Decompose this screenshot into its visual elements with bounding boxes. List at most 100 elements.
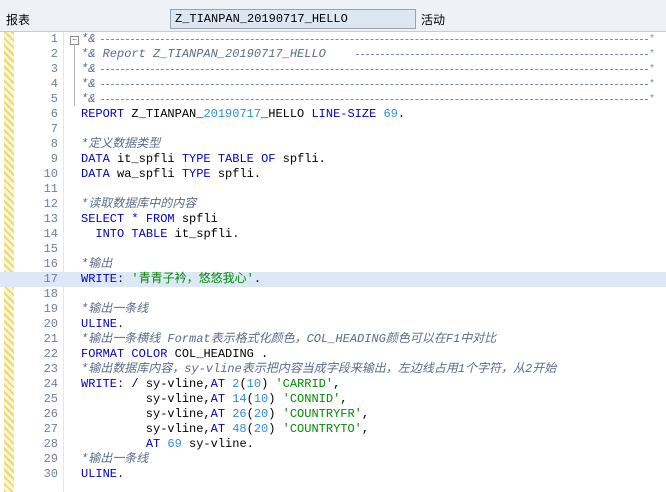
line-number: 2 — [50, 47, 58, 61]
code-text: sy-vline,AT 14(10) 'CONNID', — [81, 392, 348, 406]
code-line[interactable]: 5 *& * — [0, 92, 666, 107]
code-line[interactable]: 1 *& * — [0, 32, 666, 47]
code-line[interactable]: 28 AT 69 sy-vline. — [0, 437, 666, 452]
code-text: ULINE. — [81, 317, 125, 331]
code-text: sy-vline,AT 48(20) 'COUNTRYTO', — [81, 422, 370, 436]
code-line[interactable]: 23 *输出数据库内容，sy-vline表示把内容当成字段来输出，左边线占用1个字… — [0, 362, 666, 377]
line-number: 3 — [50, 62, 58, 76]
code-line[interactable]: 7 — [0, 122, 666, 137]
comment-rule-line — [101, 69, 648, 70]
code-line[interactable]: 17 WRITE: '青青子衿，悠悠我心'. — [0, 272, 666, 287]
code-text: *& Report Z_TIANPAN_20190717_HELLO — [81, 47, 326, 61]
line-number: 30 — [43, 467, 58, 481]
code-text: DATA it_spfli TYPE TABLE OF spfli. — [81, 152, 326, 166]
code-line[interactable]: 27 sy-vline,AT 48(20) 'COUNTRYTO', — [0, 422, 666, 437]
comment-rule-end-icon: * — [650, 78, 654, 89]
code-text: *读取数据库中的内容 — [81, 197, 197, 211]
line-number: 7 — [50, 122, 58, 136]
code-line[interactable]: 30 ULINE. — [0, 467, 666, 482]
code-line[interactable]: 3 *& * — [0, 62, 666, 77]
code-text: WRITE: / sy-vline,AT 2(10) 'CARRID', — [81, 377, 341, 391]
abap-code-editor[interactable]: − 1 *& * 2 *& Report Z_TIANPAN_20190717_HELL… — [0, 32, 666, 492]
line-number: 21 — [43, 332, 58, 346]
code-text: DATA wa_spfli TYPE spfli. — [81, 167, 262, 181]
line-number: 5 — [50, 92, 58, 106]
code-text: *& — [81, 77, 96, 91]
line-number: 13 — [43, 212, 58, 226]
line-number: 15 — [43, 242, 58, 256]
line-number: 29 — [43, 452, 58, 466]
code-line[interactable]: 19 *输出一条线 — [0, 302, 666, 317]
code-text: *输出 — [81, 257, 113, 271]
code-line[interactable]: 26 sy-vline,AT 26(20) 'COUNTRYFR', — [0, 407, 666, 422]
code-text: *& — [81, 92, 96, 106]
comment-rule-line — [101, 39, 648, 40]
code-line[interactable]: 6 REPORT Z_TIANPAN_20190717_HELLO LINE-SI… — [0, 107, 666, 122]
code-line[interactable]: 11 — [0, 182, 666, 197]
line-number: 8 — [50, 137, 58, 151]
code-line[interactable]: 20 ULINE. — [0, 317, 666, 332]
code-line[interactable]: 9 DATA it_spfli TYPE TABLE OF spfli. — [0, 152, 666, 167]
object-type-label: 报表 — [6, 13, 31, 27]
comment-rule-end-icon: * — [650, 33, 654, 44]
code-text: INTO TABLE it_spfli. — [95, 227, 240, 241]
line-number: 12 — [43, 197, 58, 211]
line-number: 1 — [50, 32, 58, 46]
code-text: sy-vline,AT 26(20) 'COUNTRYFR', — [81, 407, 370, 421]
line-number: 24 — [43, 377, 58, 391]
line-number: 11 — [43, 182, 58, 196]
code-text: *& — [81, 32, 96, 46]
code-line[interactable]: 4 *& * — [0, 77, 666, 92]
code-text: *输出一条线 — [81, 452, 149, 466]
code-text: AT 69 sy-vline. — [145, 437, 254, 451]
code-line[interactable]: 18 — [0, 287, 666, 302]
line-number: 22 — [43, 347, 58, 361]
line-number: 4 — [50, 77, 58, 91]
comment-rule-line — [101, 99, 648, 100]
code-line[interactable]: 24 WRITE: / sy-vline,AT 2(10) 'CARRID', — [0, 377, 666, 392]
line-number: 18 — [43, 287, 58, 301]
code-line[interactable]: 13 SELECT * FROM spfli — [0, 212, 666, 227]
editor-header: 报表 Z_TIANPAN_20190717_HELLO 活动 — [0, 0, 666, 32]
line-number: 23 — [43, 362, 58, 376]
code-line[interactable]: 14 INTO TABLE it_spfli. — [0, 227, 666, 242]
code-line[interactable]: 16 *输出 — [0, 257, 666, 272]
code-text: *输出一条线 — [81, 302, 149, 316]
line-number: 10 — [43, 167, 58, 181]
comment-rule-end-icon: * — [650, 48, 654, 59]
code-line[interactable]: 2 *& Report Z_TIANPAN_20190717_HELLO * — [0, 47, 666, 62]
line-number: 25 — [43, 392, 58, 406]
code-text: WRITE: '青青子衿，悠悠我心'. — [81, 272, 262, 286]
code-text: REPORT Z_TIANPAN_20190717_HELLO LINE-SIZ… — [81, 107, 406, 121]
line-number: 19 — [43, 302, 58, 316]
line-number: 26 — [43, 407, 58, 421]
code-line[interactable]: 22 FORMAT COLOR COL_HEADING . — [0, 347, 666, 362]
code-text: FORMAT COLOR COL_HEADING . — [81, 347, 269, 361]
line-number: 20 — [43, 317, 58, 331]
comment-rule-line — [101, 84, 648, 85]
comment-rule-line — [356, 54, 648, 55]
line-number: 27 — [43, 422, 58, 436]
line-number: 16 — [43, 257, 58, 271]
code-text: *输出一条横线 Format表示格式化颜色，COL_HEADING颜色可以在F1… — [81, 332, 497, 346]
line-number: 14 — [43, 227, 58, 241]
comment-rule-end-icon: * — [650, 93, 654, 104]
code-line[interactable]: 15 — [0, 242, 666, 257]
code-text: SELECT * FROM spfli — [81, 212, 218, 226]
code-text: ULINE. — [81, 467, 125, 481]
line-number: 6 — [50, 107, 58, 121]
code-line[interactable]: 21 *输出一条横线 Format表示格式化颜色，COL_HEADING颜色可以在… — [0, 332, 666, 347]
code-line[interactable]: 12 *读取数据库中的内容 — [0, 197, 666, 212]
line-number: 9 — [50, 152, 58, 166]
code-text: *& — [81, 62, 96, 76]
code-line[interactable]: 25 sy-vline,AT 14(10) 'CONNID', — [0, 392, 666, 407]
line-number: 28 — [43, 437, 58, 451]
comment-rule-end-icon: * — [650, 63, 654, 74]
code-text: *输出数据库内容，sy-vline表示把内容当成字段来输出，左边线占用1个字符，… — [81, 362, 557, 376]
code-line[interactable]: 10 DATA wa_spfli TYPE spfli. — [0, 167, 666, 182]
code-text: *定义数据类型 — [81, 137, 161, 151]
program-name-field[interactable]: Z_TIANPAN_20190717_HELLO — [170, 9, 416, 29]
code-line[interactable]: 29 *输出一条线 — [0, 452, 666, 467]
code-line[interactable]: 8 *定义数据类型 — [0, 137, 666, 152]
status-label: 活动 — [421, 13, 446, 27]
